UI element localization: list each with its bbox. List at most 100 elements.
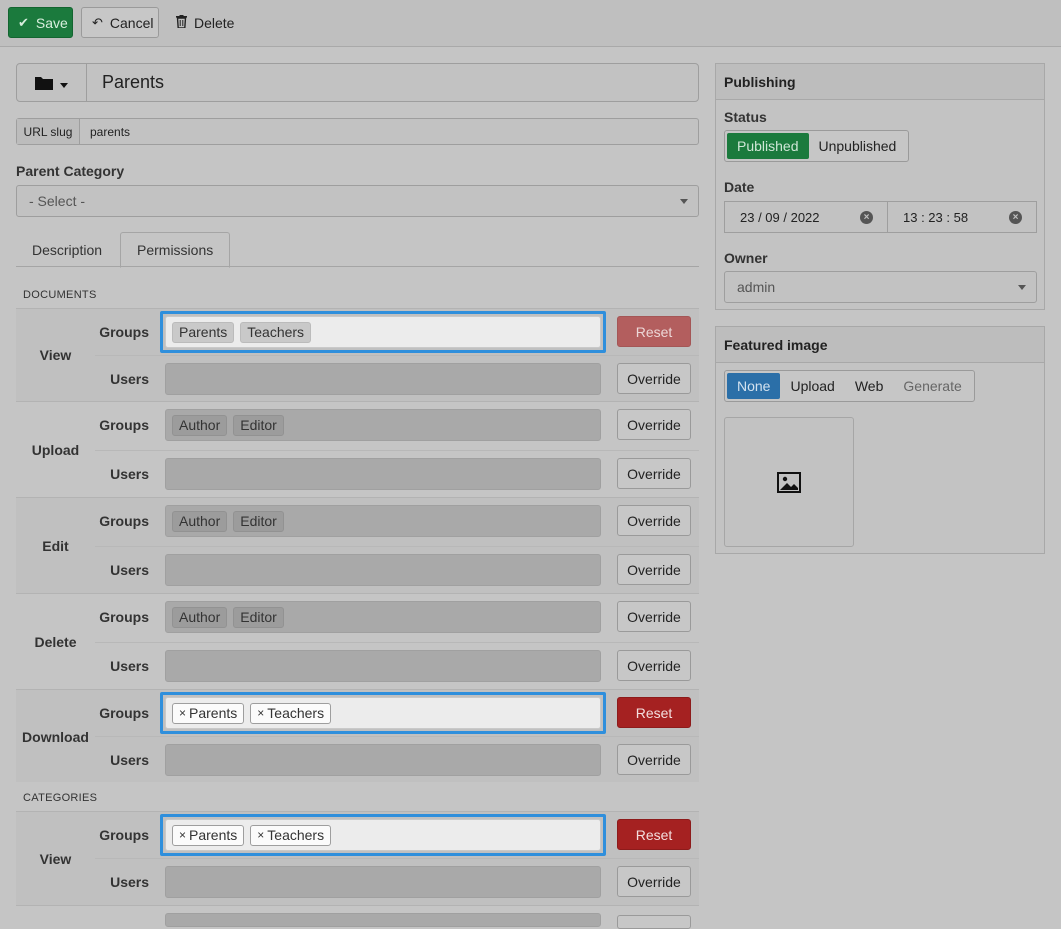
groups-label: Groups bbox=[99, 827, 149, 843]
parent-category-select[interactable]: - Select - bbox=[16, 185, 699, 217]
override-button[interactable] bbox=[617, 915, 691, 929]
folder-dropdown[interactable] bbox=[17, 64, 87, 101]
remove-tag-icon[interactable]: × bbox=[179, 706, 186, 720]
perm-name: Upload bbox=[31, 442, 80, 458]
featured-upload[interactable]: Upload bbox=[780, 373, 844, 399]
users-label: Users bbox=[110, 371, 149, 387]
groups-row: Groups × Parents × Teachers Reset bbox=[95, 690, 699, 738]
tag[interactable]: × Teachers bbox=[250, 702, 332, 724]
users-label: Users bbox=[110, 874, 149, 890]
tag[interactable]: × Teachers bbox=[250, 824, 332, 846]
tab-description[interactable]: Description bbox=[16, 232, 118, 267]
reset-button[interactable]: Reset bbox=[617, 819, 691, 850]
publishing-panel: Publishing Status Published Unpublished … bbox=[715, 63, 1045, 310]
perm-name: Download bbox=[22, 729, 89, 745]
featured-image-panel: Featured image None Upload Web Generate bbox=[715, 326, 1045, 554]
users-row: Users Override bbox=[95, 642, 699, 690]
check-icon: ✔ bbox=[18, 14, 29, 30]
reset-button[interactable]: Reset bbox=[617, 697, 691, 728]
tag[interactable]: Teachers bbox=[240, 321, 312, 343]
override-button[interactable]: Override bbox=[617, 744, 691, 775]
groups-input[interactable]: × Parents × Teachers bbox=[160, 814, 606, 856]
featured-generate[interactable]: Generate bbox=[893, 373, 971, 399]
featured-none[interactable]: None bbox=[727, 373, 781, 399]
trash-icon bbox=[176, 14, 187, 31]
publishing-header: Publishing bbox=[716, 64, 1044, 100]
status-published[interactable]: Published bbox=[727, 133, 809, 159]
groups-label: Groups bbox=[99, 324, 149, 340]
parent-category-label: Parent Category bbox=[16, 163, 125, 179]
url-slug-input[interactable]: parents bbox=[90, 125, 130, 139]
clear-icon[interactable]: × bbox=[860, 211, 873, 224]
chevron-down-icon bbox=[680, 199, 688, 204]
groups-input[interactable]: Author Editor bbox=[165, 505, 601, 537]
status-unpublished[interactable]: Unpublished bbox=[809, 133, 907, 159]
users-row: Users Override bbox=[95, 858, 699, 906]
featured-image-toggle: None Upload Web Generate bbox=[724, 370, 975, 402]
override-button[interactable]: Override bbox=[617, 554, 691, 585]
users-row: Users Override bbox=[95, 736, 699, 784]
parent-category-value: - Select - bbox=[29, 193, 86, 209]
save-button[interactable]: ✔ Save bbox=[8, 7, 73, 38]
users-row: Users Override bbox=[95, 450, 699, 498]
groups-row: Groups Author Editor Override bbox=[95, 402, 699, 450]
tag-label: Teachers bbox=[267, 705, 325, 721]
date-input[interactable]: 23 / 09 / 2022 × bbox=[724, 201, 888, 233]
tag: Author bbox=[172, 414, 228, 436]
override-button[interactable]: Override bbox=[617, 458, 691, 489]
override-button[interactable]: Override bbox=[617, 505, 691, 536]
groups-row: Groups Author Editor Override bbox=[95, 498, 699, 546]
groups-input[interactable]: Author Editor bbox=[165, 601, 601, 633]
remove-tag-icon[interactable]: × bbox=[257, 706, 264, 720]
reset-button[interactable]: Reset bbox=[617, 316, 691, 347]
override-button[interactable]: Override bbox=[617, 650, 691, 681]
perm-name: View bbox=[39, 851, 72, 867]
override-button[interactable]: Override bbox=[617, 866, 691, 897]
users-input[interactable] bbox=[165, 866, 601, 898]
override-button[interactable]: Override bbox=[617, 363, 691, 394]
users-input[interactable] bbox=[165, 363, 601, 395]
clear-icon[interactable]: × bbox=[1009, 211, 1022, 224]
remove-tag-icon[interactable]: × bbox=[179, 828, 186, 842]
tag[interactable]: × Parents bbox=[172, 824, 245, 846]
tag-label: Teachers bbox=[267, 827, 325, 843]
tag: Author bbox=[172, 606, 228, 628]
cancel-button[interactable]: ↶ Cancel bbox=[81, 7, 159, 38]
groups-input[interactable]: Parents Teachers bbox=[160, 311, 606, 353]
status-label: Status bbox=[724, 109, 767, 125]
time-input[interactable]: 13 : 23 : 58 × bbox=[887, 201, 1037, 233]
title-field[interactable]: Parents bbox=[16, 63, 699, 102]
owner-select[interactable]: admin bbox=[724, 271, 1037, 303]
override-button[interactable]: Override bbox=[617, 601, 691, 632]
perm-name: Delete bbox=[34, 634, 77, 650]
page-title[interactable]: Parents bbox=[102, 72, 164, 93]
override-button[interactable]: Override bbox=[617, 409, 691, 440]
groups-input[interactable]: Author Editor bbox=[165, 409, 601, 441]
status-toggle: Published Unpublished bbox=[724, 130, 910, 162]
tab-permissions[interactable]: Permissions bbox=[120, 232, 231, 268]
section-documents: DOCUMENTS bbox=[23, 289, 97, 301]
groups-input[interactable]: × Parents × Teachers bbox=[160, 692, 606, 734]
groups-label: Groups bbox=[99, 513, 149, 529]
users-input[interactable] bbox=[165, 744, 601, 776]
featured-web[interactable]: Web bbox=[845, 373, 894, 399]
users-row: Users Override bbox=[95, 355, 699, 403]
delete-label: Delete bbox=[194, 14, 235, 31]
url-slug-field[interactable]: URL slug parents bbox=[16, 118, 699, 145]
groups-input[interactable] bbox=[165, 913, 601, 927]
tag[interactable]: × Parents bbox=[172, 702, 245, 724]
groups-row: Groups × Parents × Teachers Reset bbox=[95, 812, 699, 860]
perm-name: View bbox=[39, 347, 72, 363]
users-input[interactable] bbox=[165, 458, 601, 490]
tag-label: Parents bbox=[189, 705, 238, 721]
tag[interactable]: Parents bbox=[172, 321, 235, 343]
remove-tag-icon[interactable]: × bbox=[257, 828, 264, 842]
featured-image-preview[interactable] bbox=[724, 417, 854, 547]
delete-button[interactable]: Delete bbox=[168, 7, 248, 38]
chevron-down-icon bbox=[60, 75, 68, 91]
groups-row: Groups Parents Teachers Reset bbox=[95, 309, 699, 357]
users-label: Users bbox=[110, 466, 149, 482]
users-input[interactable] bbox=[165, 554, 601, 586]
users-input[interactable] bbox=[165, 650, 601, 682]
date-value: 23 / 09 / 2022 bbox=[740, 209, 820, 225]
